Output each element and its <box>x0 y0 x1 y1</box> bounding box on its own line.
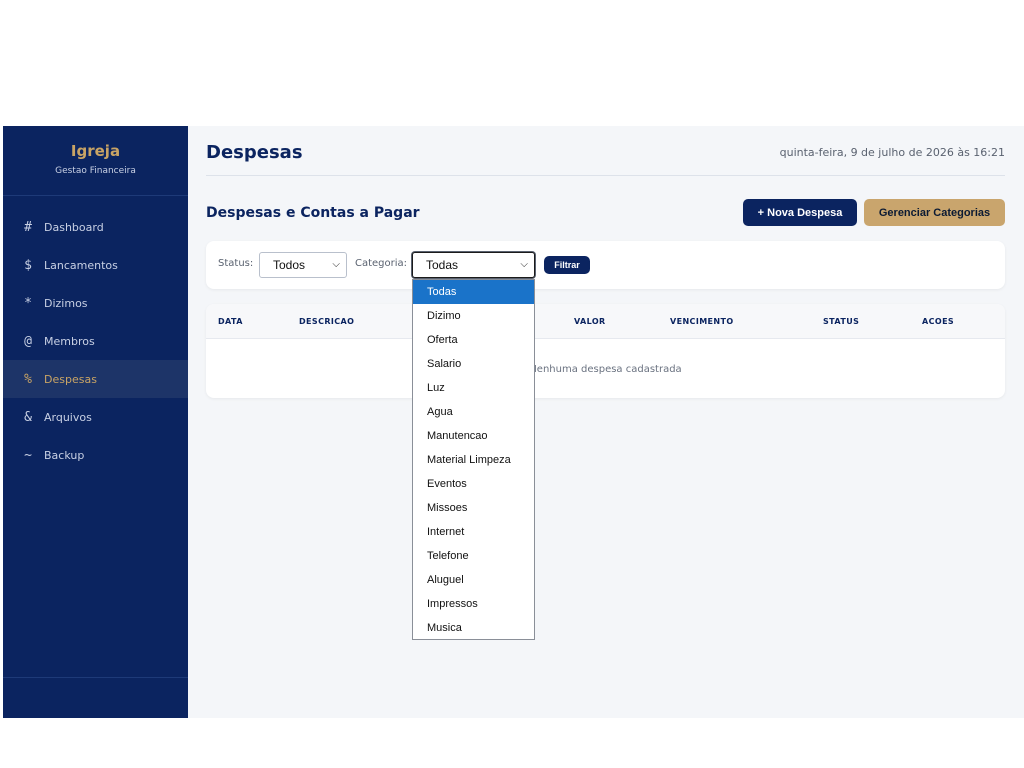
sidebar-item-label: Membros <box>44 334 95 348</box>
at-icon: @ <box>24 333 32 349</box>
status-select-value: Todos <box>273 258 306 272</box>
section-title: Despesas e Contas a Pagar <box>206 205 420 221</box>
category-option-impressos[interactable]: Impressos <box>413 592 534 616</box>
column-header-data: DATA <box>218 317 243 326</box>
tilde-icon: ~ <box>24 447 32 463</box>
filter-bar: Status: Todos ⌵ Categoria: Todas ⌵ Filtr… <box>206 241 1005 289</box>
sidebar-item-label: Backup <box>44 448 85 462</box>
sidebar-item-despesas[interactable]: % Despesas <box>3 360 188 398</box>
category-option-internet[interactable]: Internet <box>413 520 534 544</box>
category-option-luz[interactable]: Luz <box>413 376 534 400</box>
category-select-value: Todas <box>426 258 459 272</box>
sidebar-item-label: Lancamentos <box>44 258 118 272</box>
column-header-acoes: ACOES <box>922 317 955 326</box>
column-header-valor: VALOR <box>574 317 606 326</box>
sidebar-nav: # Dashboard $ Lancamentos * Dizimos @ Me… <box>3 208 188 474</box>
sidebar-item-backup[interactable]: ~ Backup <box>3 436 188 474</box>
category-option-salario[interactable]: Salario <box>413 352 534 376</box>
category-option-manutencao[interactable]: Manutencao <box>413 424 534 448</box>
column-header-vencimento: VENCIMENTO <box>670 317 734 326</box>
category-select[interactable]: Todas ⌵ <box>412 252 535 278</box>
category-option-material-limpeza[interactable]: Material Limpeza <box>413 448 534 472</box>
sidebar-item-dizimos[interactable]: * Dizimos <box>3 284 188 322</box>
sidebar-item-label: Dashboard <box>44 220 104 234</box>
sidebar-item-dashboard[interactable]: # Dashboard <box>3 208 188 246</box>
sidebar-item-label: Despesas <box>44 372 97 386</box>
sidebar-item-label: Arquivos <box>44 410 92 424</box>
sidebar: Igreja Gestao Financeira # Dashboard $ L… <box>3 126 188 718</box>
brand: Igreja Gestao Financeira <box>3 126 188 196</box>
column-header-descricao: DESCRICAO <box>299 317 355 326</box>
brand-title: Igreja <box>70 142 121 160</box>
sidebar-item-lancamentos[interactable]: $ Lancamentos <box>3 246 188 284</box>
category-option-todas[interactable]: Todas <box>413 280 534 304</box>
dollar-icon: $ <box>24 257 32 273</box>
sidebar-item-membros[interactable]: @ Membros <box>3 322 188 360</box>
asterisk-icon: * <box>24 295 32 311</box>
category-option-missoes[interactable]: Missoes <box>413 496 534 520</box>
category-option-telefone[interactable]: Telefone <box>413 544 534 568</box>
category-option-dizimo[interactable]: Dizimo <box>413 304 534 328</box>
empty-table-message: Nenhuma despesa cadastrada <box>529 364 682 375</box>
main-content: Despesas quinta-feira, 9 de julho de 202… <box>206 126 1005 398</box>
filter-button[interactable]: Filtrar <box>544 256 590 274</box>
table-header: DATA DESCRICAO VALOR VENCIMENTO STATUS A… <box>206 304 1005 339</box>
category-filter-label: Categoria: <box>355 258 408 269</box>
page-title: Despesas <box>206 142 303 163</box>
chevron-down-icon: ⌵ <box>520 259 528 270</box>
current-datetime: quinta-feira, 9 de julho de 2026 às 16:2… <box>779 146 1005 159</box>
page-header: Despesas quinta-feira, 9 de julho de 202… <box>206 126 1005 176</box>
category-option-oferta[interactable]: Oferta <box>413 328 534 352</box>
percent-icon: % <box>24 371 32 387</box>
column-header-status: STATUS <box>823 317 860 326</box>
category-option-agua[interactable]: Agua <box>413 400 534 424</box>
manage-categories-button[interactable]: Gerenciar Categorias <box>864 199 1005 226</box>
sidebar-item-arquivos[interactable]: & Arquivos <box>3 398 188 436</box>
category-option-aluguel[interactable]: Aluguel <box>413 568 534 592</box>
brand-subtitle: Gestao Financeira <box>55 166 136 176</box>
ampersand-icon: & <box>24 409 32 425</box>
category-option-eventos[interactable]: Eventos <box>413 472 534 496</box>
category-dropdown-list: Todas Dizimo Oferta Salario Luz Agua Man… <box>412 279 535 640</box>
expenses-table: DATA DESCRICAO VALOR VENCIMENTO STATUS A… <box>206 304 1005 398</box>
status-select[interactable]: Todos ⌵ <box>259 252 347 278</box>
chevron-down-icon: ⌵ <box>332 259 340 270</box>
new-expense-button[interactable]: + Nova Despesa <box>743 199 857 226</box>
status-filter-label: Status: <box>218 258 254 269</box>
section-header: Despesas e Contas a Pagar + Nova Despesa… <box>206 176 1005 240</box>
sidebar-item-label: Dizimos <box>44 296 88 310</box>
hash-icon: # <box>24 219 32 235</box>
sidebar-footer-divider <box>3 677 188 678</box>
category-option-musica[interactable]: Musica <box>413 616 534 640</box>
